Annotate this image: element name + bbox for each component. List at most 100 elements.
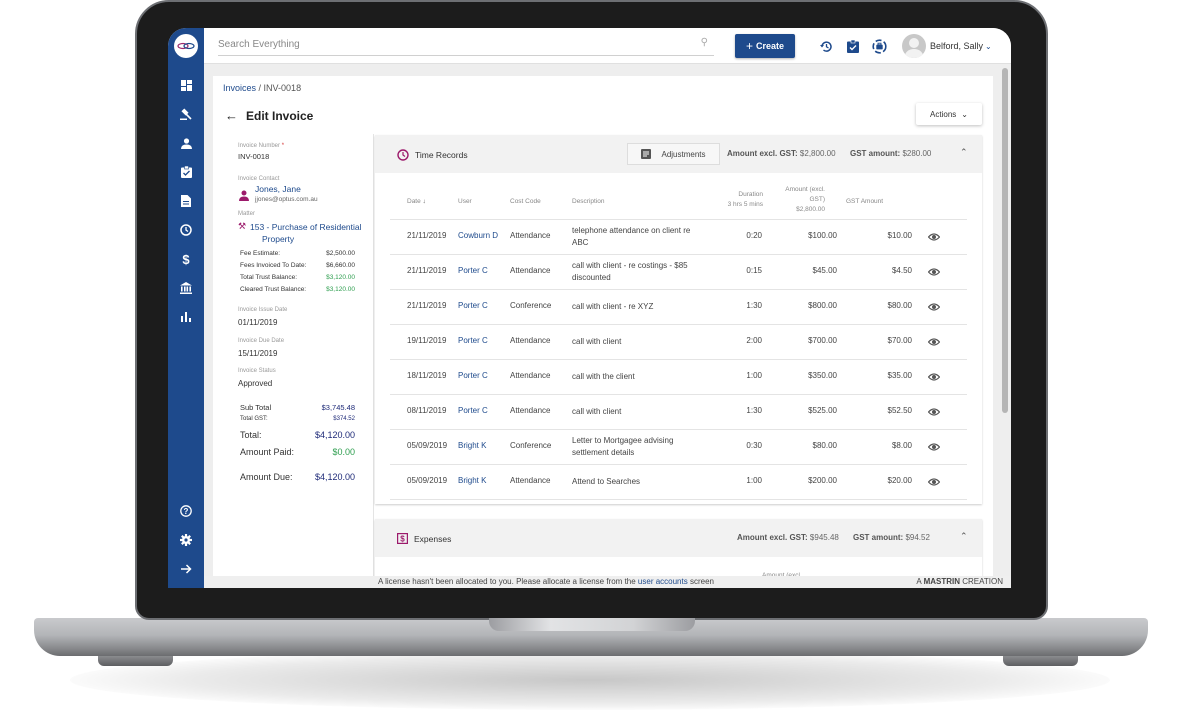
issue-date-field[interactable]: 01/11/2019 bbox=[238, 318, 277, 327]
cell-duration: 1:00 bbox=[746, 371, 762, 380]
matter-link[interactable]: 153 - Purchase of Residential Property bbox=[250, 222, 362, 244]
sidebar-item-matters[interactable] bbox=[168, 103, 204, 125]
user-menu[interactable]: Belford, Sally ⌄ bbox=[930, 41, 992, 51]
column-description[interactable]: Description bbox=[572, 197, 605, 207]
expenses-header[interactable]: $ Expenses Amount excl. GST: $945.48 GST… bbox=[375, 519, 982, 557]
cell-user[interactable]: Porter C bbox=[458, 301, 488, 310]
bank-icon bbox=[180, 282, 192, 294]
sidebar-item-contacts[interactable] bbox=[168, 132, 204, 154]
cell-description: Attend to Searches bbox=[572, 477, 641, 486]
app-logo[interactable] bbox=[174, 34, 198, 58]
column-cost-code[interactable]: Cost Code bbox=[510, 197, 541, 207]
sidebar-item-billing[interactable]: $ bbox=[168, 248, 204, 270]
back-arrow-icon[interactable]: ← bbox=[225, 108, 238, 123]
sidebar-item-tasks[interactable] bbox=[168, 161, 204, 183]
cell-cost-code: Attendance bbox=[510, 371, 551, 380]
table-row[interactable]: 05/09/2019 Bright K Conference Letter to Mo… bbox=[390, 429, 967, 464]
chevron-down-icon: ⌄ bbox=[961, 109, 968, 119]
column-gst-amount[interactable]: GST Amount bbox=[846, 197, 883, 207]
column-date[interactable]: Date ↓ bbox=[407, 197, 426, 207]
user-accounts-link[interactable]: user accounts bbox=[638, 577, 688, 586]
sidebar-item-trust[interactable] bbox=[168, 277, 204, 299]
view-icon[interactable] bbox=[927, 231, 941, 245]
view-icon[interactable] bbox=[927, 441, 941, 455]
person-icon bbox=[239, 188, 249, 206]
cell-cost-code: Attendance bbox=[510, 231, 551, 240]
view-icon[interactable] bbox=[927, 266, 941, 280]
amount-due-row: Amount Due: $4,120.00 bbox=[240, 472, 355, 482]
cell-user[interactable]: Porter C bbox=[458, 266, 488, 275]
cell-user[interactable]: Cowburn D bbox=[458, 231, 498, 240]
contact-name-link[interactable]: Jones, Jane bbox=[255, 184, 301, 194]
cell-gst: $52.50 bbox=[887, 406, 912, 415]
sidebar-item-settings[interactable] bbox=[168, 529, 204, 551]
laptop-mockup: $ ? Search Everything ⚲ + Create Belford… bbox=[0, 0, 1179, 727]
view-icon[interactable] bbox=[927, 301, 941, 315]
sidebar-item-help[interactable]: ? bbox=[168, 500, 204, 522]
clock-icon bbox=[180, 224, 192, 236]
cell-duration: 0:20 bbox=[746, 231, 762, 240]
gavel-icon bbox=[180, 108, 192, 120]
column-duration[interactable]: Duration 3 hrs 5 mins bbox=[705, 190, 763, 210]
cell-amount: $800.00 bbox=[808, 301, 837, 310]
cell-description: call with the client bbox=[572, 372, 635, 381]
column-user[interactable]: User bbox=[458, 197, 472, 207]
cell-description: call with client bbox=[572, 337, 622, 346]
table-row[interactable]: 05/09/2019 Bright K Attendance Attend to Se… bbox=[390, 464, 967, 499]
history-button[interactable] bbox=[818, 38, 834, 54]
amount-paid-row: Amount Paid: $0.00 bbox=[240, 447, 355, 457]
avatar[interactable] bbox=[902, 34, 926, 58]
status-field[interactable]: Approved bbox=[238, 379, 272, 388]
sidebar-item-dashboard[interactable] bbox=[168, 74, 204, 96]
adjustments-button[interactable]: Adjustments bbox=[627, 143, 720, 165]
cell-gst: $20.00 bbox=[887, 476, 912, 485]
tasks-button[interactable] bbox=[845, 38, 861, 54]
cell-amount: $350.00 bbox=[808, 371, 837, 380]
sidebar-item-reports[interactable] bbox=[168, 306, 204, 328]
table-bottom-divider bbox=[390, 499, 967, 500]
column-amount-excl-gst[interactable]: Amount (excl. GST) $2,800.00 bbox=[765, 185, 825, 215]
view-icon[interactable] bbox=[927, 476, 941, 490]
cell-cost-code: Conference bbox=[510, 441, 552, 450]
view-icon[interactable] bbox=[927, 336, 941, 350]
cell-user[interactable]: Porter C bbox=[458, 406, 488, 415]
table-row[interactable]: 21/11/2019 Porter C Attendance call with cl… bbox=[390, 254, 967, 289]
fee-estimate-row: Fee Estimate: $2,500.00 bbox=[240, 250, 355, 257]
create-button[interactable]: + Create bbox=[735, 34, 795, 58]
cell-user[interactable]: Bright K bbox=[458, 476, 486, 485]
cell-user[interactable]: Bright K bbox=[458, 441, 486, 450]
invoice-number-field[interactable]: INV-0018 bbox=[238, 152, 269, 161]
cell-user[interactable]: Porter C bbox=[458, 371, 488, 380]
sidebar-item-collapse[interactable] bbox=[168, 558, 204, 580]
actions-button[interactable]: Actions ⌄ bbox=[916, 103, 982, 125]
cell-cost-code: Conference bbox=[510, 301, 552, 310]
cell-duration: 0:15 bbox=[746, 266, 762, 275]
view-icon[interactable] bbox=[927, 371, 941, 385]
page-scrollbar[interactable] bbox=[1002, 68, 1008, 413]
sidebar-item-time[interactable] bbox=[168, 219, 204, 241]
table-row[interactable]: 18/11/2019 Porter C Attendance call with th… bbox=[390, 359, 967, 394]
chevron-up-icon[interactable]: ⌃ bbox=[960, 531, 968, 542]
table-row[interactable]: 19/11/2019 Porter C Attendance call with cl… bbox=[390, 324, 967, 359]
document-icon bbox=[641, 149, 652, 159]
breadcrumb-current: INV-0018 bbox=[263, 83, 302, 93]
user-name: Belford, Sally bbox=[930, 41, 984, 51]
status-label: Invoice Status bbox=[238, 368, 276, 374]
table-row[interactable]: 21/11/2019 Cowburn D Attendance telephone a… bbox=[390, 219, 967, 254]
sidebar: $ ? bbox=[168, 28, 204, 588]
view-icon[interactable] bbox=[927, 406, 941, 420]
time-records-header[interactable]: Time Records Adjustments Amount excl. GS… bbox=[375, 135, 982, 173]
clock-icon bbox=[397, 149, 409, 161]
sidebar-item-documents[interactable] bbox=[168, 190, 204, 212]
cell-amount: $700.00 bbox=[808, 336, 837, 345]
breadcrumb-invoices-link[interactable]: Invoices bbox=[223, 83, 256, 93]
cell-user[interactable]: Porter C bbox=[458, 336, 488, 345]
search-input[interactable]: Search Everything ⚲ bbox=[218, 34, 714, 56]
app-screen: $ ? Search Everything ⚲ + Create Belford… bbox=[168, 28, 1011, 588]
timer-button[interactable] bbox=[871, 38, 887, 54]
table-row[interactable]: 21/11/2019 Porter C Conference call with cl… bbox=[390, 289, 967, 324]
table-row[interactable]: 08/11/2019 Porter C Attendance call with cl… bbox=[390, 394, 967, 429]
search-icon[interactable]: ⚲ bbox=[701, 37, 708, 48]
chevron-up-icon[interactable]: ⌃ bbox=[960, 147, 968, 158]
due-date-field[interactable]: 15/11/2019 bbox=[238, 349, 277, 358]
